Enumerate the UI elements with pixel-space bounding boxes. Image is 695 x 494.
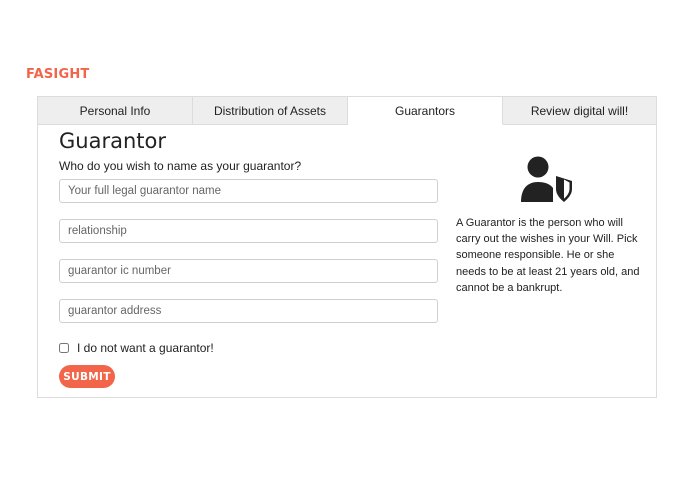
- no-guarantor-option[interactable]: I do not want a guarantor!: [59, 341, 214, 355]
- no-guarantor-label: I do not want a guarantor!: [77, 341, 214, 355]
- guarantor-ic-number-input[interactable]: [59, 259, 438, 283]
- no-guarantor-checkbox[interactable]: [59, 343, 69, 353]
- relationship-input[interactable]: [59, 219, 438, 243]
- guarantor-name-input[interactable]: [59, 179, 438, 203]
- tab-review-digital-will[interactable]: Review digital will!: [503, 97, 656, 124]
- tab-personal-info[interactable]: Personal Info: [38, 97, 193, 124]
- guarantor-address-input[interactable]: [59, 299, 438, 323]
- form-panel: Personal Info Distribution of Assets Gua…: [37, 96, 657, 398]
- brand-logo: FASIGHT: [26, 67, 90, 82]
- tab-guarantors[interactable]: Guarantors: [348, 97, 503, 125]
- person-shield-icon: [521, 156, 572, 202]
- tab-bar: Personal Info Distribution of Assets Gua…: [38, 97, 656, 125]
- tab-distribution-of-assets[interactable]: Distribution of Assets: [193, 97, 348, 124]
- page-title: Guarantor: [59, 129, 166, 153]
- guarantor-info-text: A Guarantor is the person who will carry…: [456, 217, 640, 294]
- submit-button[interactable]: SUBMIT: [59, 365, 115, 388]
- guarantor-question: Who do you wish to name as your guaranto…: [59, 159, 302, 173]
